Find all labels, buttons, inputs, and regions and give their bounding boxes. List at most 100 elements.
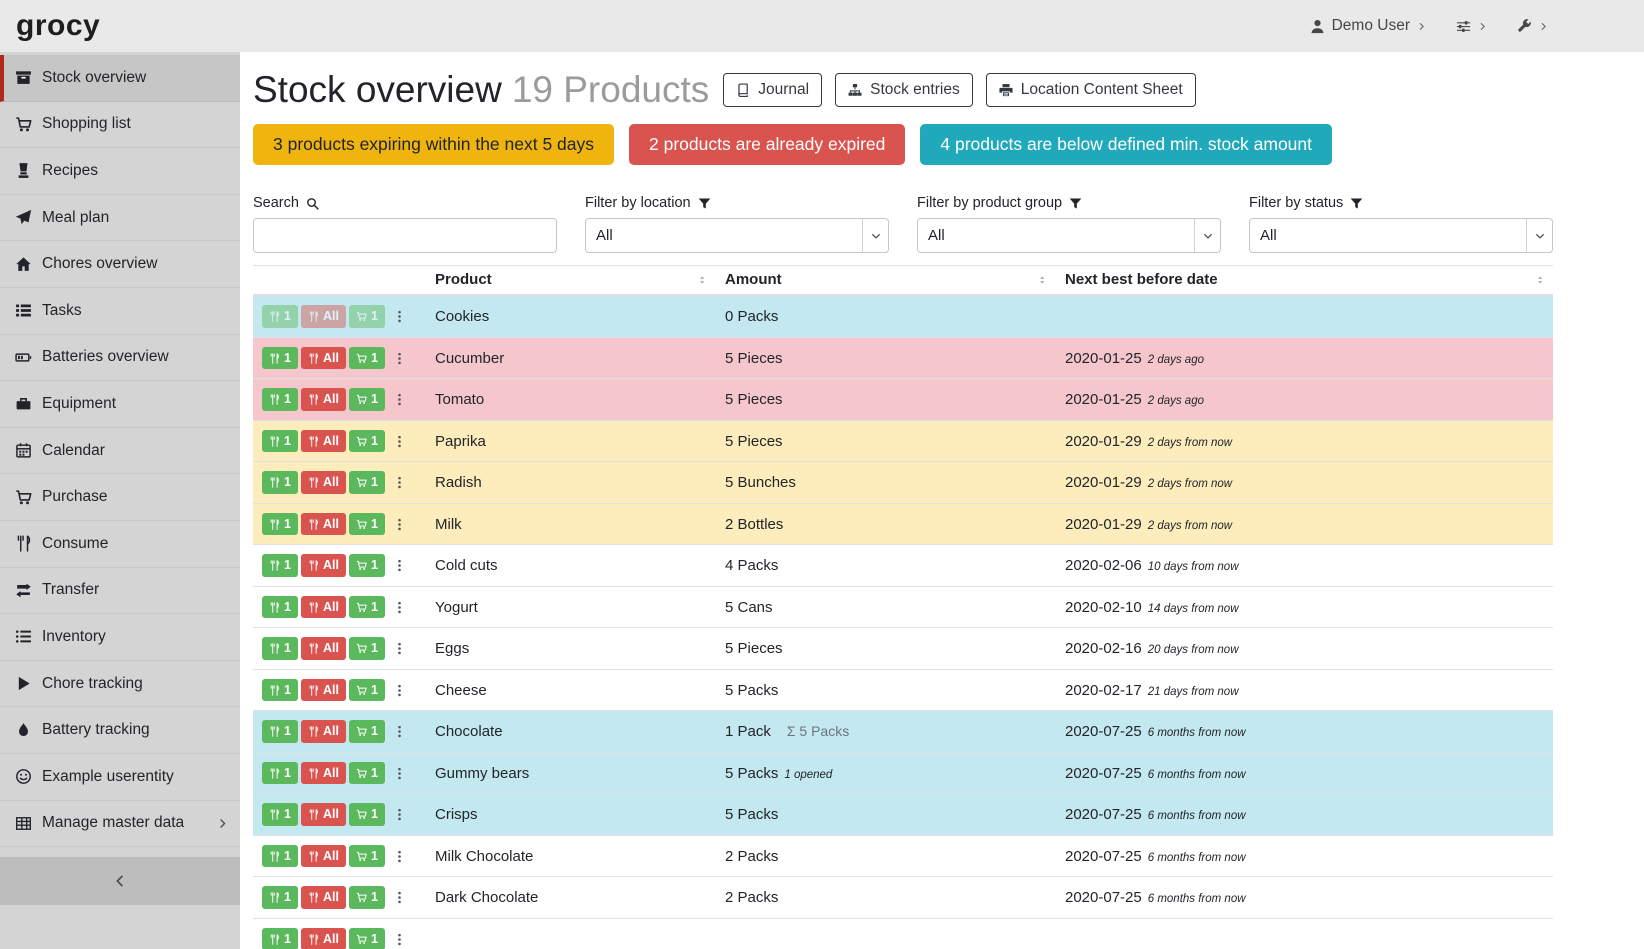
consume-all-button[interactable]: All <box>301 471 346 494</box>
sidebar-item-batteries-overview[interactable]: Batteries overview <box>0 335 240 382</box>
row-menu-button[interactable] <box>392 640 408 658</box>
add-to-shopping-list-button[interactable]: 1 <box>349 679 385 702</box>
location-content-sheet-button[interactable]: Location Content Sheet <box>986 73 1196 107</box>
consume-one-button[interactable]: 1 <box>262 596 298 619</box>
consume-one-button[interactable]: 1 <box>262 845 298 868</box>
sidebar-item-purchase[interactable]: Purchase <box>0 474 240 521</box>
consume-all-button[interactable]: All <box>301 430 346 453</box>
consume-one-button[interactable]: 1 <box>262 637 298 660</box>
row-menu-button[interactable] <box>392 349 408 367</box>
consume-all-button[interactable]: All <box>301 928 346 949</box>
add-to-shopping-list-button[interactable]: 1 <box>349 720 385 743</box>
status-filter-select[interactable]: All <box>1249 218 1553 253</box>
add-to-shopping-list-button[interactable]: 1 <box>349 471 385 494</box>
below-min-stock-banner[interactable]: 4 products are below defined min. stock … <box>920 124 1332 165</box>
row-menu-button[interactable] <box>392 557 408 575</box>
sidebar-item-chores-overview[interactable]: Chores overview <box>0 241 240 288</box>
sidebar-item-consume[interactable]: Consume <box>0 521 240 568</box>
row-menu-button[interactable] <box>392 681 408 699</box>
consume-one-button[interactable]: 1 <box>262 762 298 785</box>
add-to-shopping-list-button[interactable]: 1 <box>349 513 385 536</box>
column-next-best-before-date[interactable]: Next best before date <box>1055 266 1553 296</box>
consume-all-button[interactable]: All <box>301 845 346 868</box>
settings-menu[interactable] <box>1456 19 1487 34</box>
admin-menu[interactable] <box>1517 19 1548 34</box>
search-input[interactable] <box>253 218 557 253</box>
user-menu[interactable]: Demo User <box>1310 17 1426 35</box>
sidebar-item-tasks[interactable]: Tasks <box>0 288 240 335</box>
consume-one-button[interactable]: 1 <box>262 679 298 702</box>
row-menu-button[interactable] <box>392 474 408 492</box>
sidebar-item-example-userentity[interactable]: Example userentity <box>0 754 240 801</box>
add-to-shopping-list-button[interactable]: 1 <box>349 803 385 826</box>
consume-all-button[interactable]: All <box>301 305 346 328</box>
row-menu-button[interactable] <box>392 515 408 533</box>
add-to-shopping-list-button[interactable]: 1 <box>349 347 385 370</box>
row-menu-button[interactable] <box>392 806 408 824</box>
column-product[interactable]: Product <box>425 266 715 296</box>
consume-all-button[interactable]: All <box>301 803 346 826</box>
sidebar-item-recipes[interactable]: Recipes <box>0 148 240 195</box>
sidebar-collapse-button[interactable] <box>0 857 240 905</box>
consume-one-button[interactable]: 1 <box>262 554 298 577</box>
row-menu-button[interactable] <box>392 723 408 741</box>
consume-one-button[interactable]: 1 <box>262 388 298 411</box>
consume-one-button[interactable]: 1 <box>262 347 298 370</box>
consume-one-button[interactable]: 1 <box>262 305 298 328</box>
app-logo[interactable]: grocy <box>16 11 100 41</box>
add-to-shopping-list-button[interactable]: 1 <box>349 637 385 660</box>
add-to-shopping-list-button[interactable]: 1 <box>349 928 385 949</box>
row-menu-button[interactable] <box>392 308 408 326</box>
add-to-shopping-list-button[interactable]: 1 <box>349 845 385 868</box>
consume-one-button[interactable]: 1 <box>262 471 298 494</box>
sidebar-item-transfer[interactable]: Transfer <box>0 568 240 615</box>
consume-all-button[interactable]: All <box>301 637 346 660</box>
row-menu-button[interactable] <box>392 432 408 450</box>
sidebar-item-manage-master-data[interactable]: Manage master data <box>0 801 240 848</box>
product-group-filter-select[interactable]: All <box>917 218 1221 253</box>
consume-one-button[interactable]: 1 <box>262 430 298 453</box>
stock-entries-button[interactable]: Stock entries <box>835 73 973 107</box>
sidebar-item-battery-tracking[interactable]: Battery tracking <box>0 707 240 754</box>
consume-all-button[interactable]: All <box>301 554 346 577</box>
add-to-shopping-list-button[interactable]: 1 <box>349 388 385 411</box>
consume-all-button[interactable]: All <box>301 596 346 619</box>
row-menu-button[interactable] <box>392 391 408 409</box>
consume-all-button[interactable]: All <box>301 886 346 909</box>
consume-all-button[interactable]: All <box>301 513 346 536</box>
sidebar-item-equipment[interactable]: Equipment <box>0 381 240 428</box>
sidebar-item-meal-plan[interactable]: Meal plan <box>0 195 240 242</box>
journal-button[interactable]: Journal <box>723 73 822 107</box>
row-menu-button[interactable] <box>392 764 408 782</box>
add-to-shopping-list-button[interactable]: 1 <box>349 596 385 619</box>
expired-banner[interactable]: 2 products are already expired <box>629 124 905 165</box>
consume-one-button[interactable]: 1 <box>262 928 298 949</box>
consume-all-button[interactable]: All <box>301 762 346 785</box>
consume-all-button[interactable]: All <box>301 347 346 370</box>
product-cell: Paprika <box>425 420 715 462</box>
expiring-banner[interactable]: 3 products expiring within the next 5 da… <box>253 124 614 165</box>
consume-one-button[interactable]: 1 <box>262 886 298 909</box>
row-menu-button[interactable] <box>392 847 408 865</box>
sidebar-item-stock-overview[interactable]: Stock overview <box>0 55 240 102</box>
sidebar-item-chore-tracking[interactable]: Chore tracking <box>0 661 240 708</box>
sidebar-item-inventory[interactable]: Inventory <box>0 614 240 661</box>
row-menu-button[interactable] <box>392 889 408 907</box>
consume-one-button[interactable]: 1 <box>262 803 298 826</box>
sidebar-item-shopping-list[interactable]: Shopping list <box>0 102 240 149</box>
consume-one-button[interactable]: 1 <box>262 720 298 743</box>
consume-one-button[interactable]: 1 <box>262 513 298 536</box>
row-menu-button[interactable] <box>392 930 408 948</box>
consume-all-button[interactable]: All <box>301 679 346 702</box>
add-to-shopping-list-button[interactable]: 1 <box>349 430 385 453</box>
row-menu-button[interactable] <box>392 598 408 616</box>
consume-all-button[interactable]: All <box>301 388 346 411</box>
add-to-shopping-list-button[interactable]: 1 <box>349 886 385 909</box>
add-to-shopping-list-button[interactable]: 1 <box>349 762 385 785</box>
add-to-shopping-list-button[interactable]: 1 <box>349 305 385 328</box>
column-amount[interactable]: Amount <box>715 266 1055 296</box>
add-to-shopping-list-button[interactable]: 1 <box>349 554 385 577</box>
location-filter-select[interactable]: All <box>585 218 889 253</box>
consume-all-button[interactable]: All <box>301 720 346 743</box>
sidebar-item-calendar[interactable]: Calendar <box>0 428 240 475</box>
